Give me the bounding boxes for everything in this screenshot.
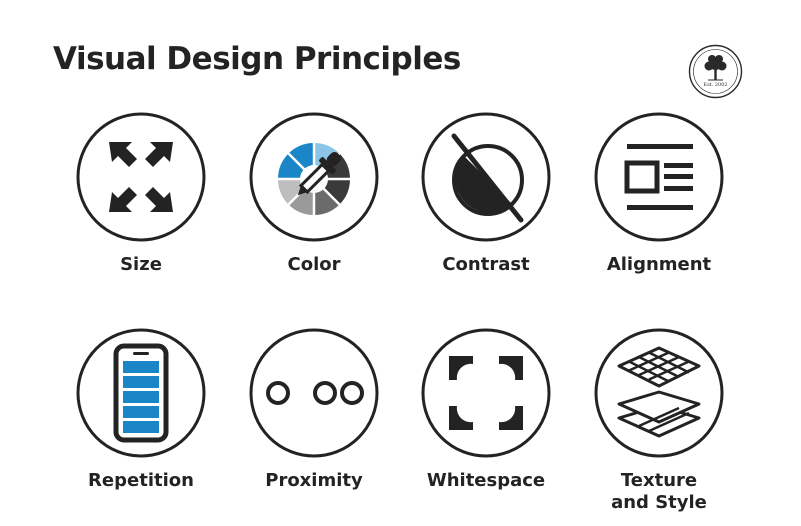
contrast-circle-icon (421, 112, 551, 242)
principle-whitespace: Whitespace (416, 328, 556, 492)
layered-grid-icon (594, 328, 724, 458)
principle-size: Size (71, 112, 211, 276)
principle-label: Size (120, 254, 162, 275)
principle-label: Contrast (442, 254, 530, 275)
page-title: Visual Design Principles (53, 41, 461, 77)
frame-corners-icon (421, 328, 551, 458)
principle-texture-style: Texture and Style (589, 328, 729, 514)
expand-arrows-icon (76, 112, 206, 242)
principle-label: Color (287, 254, 341, 275)
principle-label: Whitespace (426, 470, 546, 491)
principle-contrast: Contrast (416, 112, 556, 276)
principle-label: Alignment (606, 254, 712, 275)
color-wheel-eyedropper-icon (249, 112, 379, 242)
logo-est-text: Est. 2002 (703, 82, 728, 88)
tree-logo-icon (688, 44, 743, 99)
principle-alignment: Alignment (589, 112, 729, 276)
principle-label: Repetition (88, 470, 194, 491)
grouped-circles-icon (249, 328, 379, 458)
principle-repetition: Repetition (71, 328, 211, 492)
logo: Est. 2002 (688, 44, 743, 99)
principle-color: Color (244, 112, 384, 276)
principle-label: Texture and Style (611, 470, 707, 513)
text-layout-icon (594, 112, 724, 242)
principle-proximity: Proximity (244, 328, 384, 492)
phone-stacked-bars-icon (76, 328, 206, 458)
principle-label: Proximity (265, 470, 363, 491)
